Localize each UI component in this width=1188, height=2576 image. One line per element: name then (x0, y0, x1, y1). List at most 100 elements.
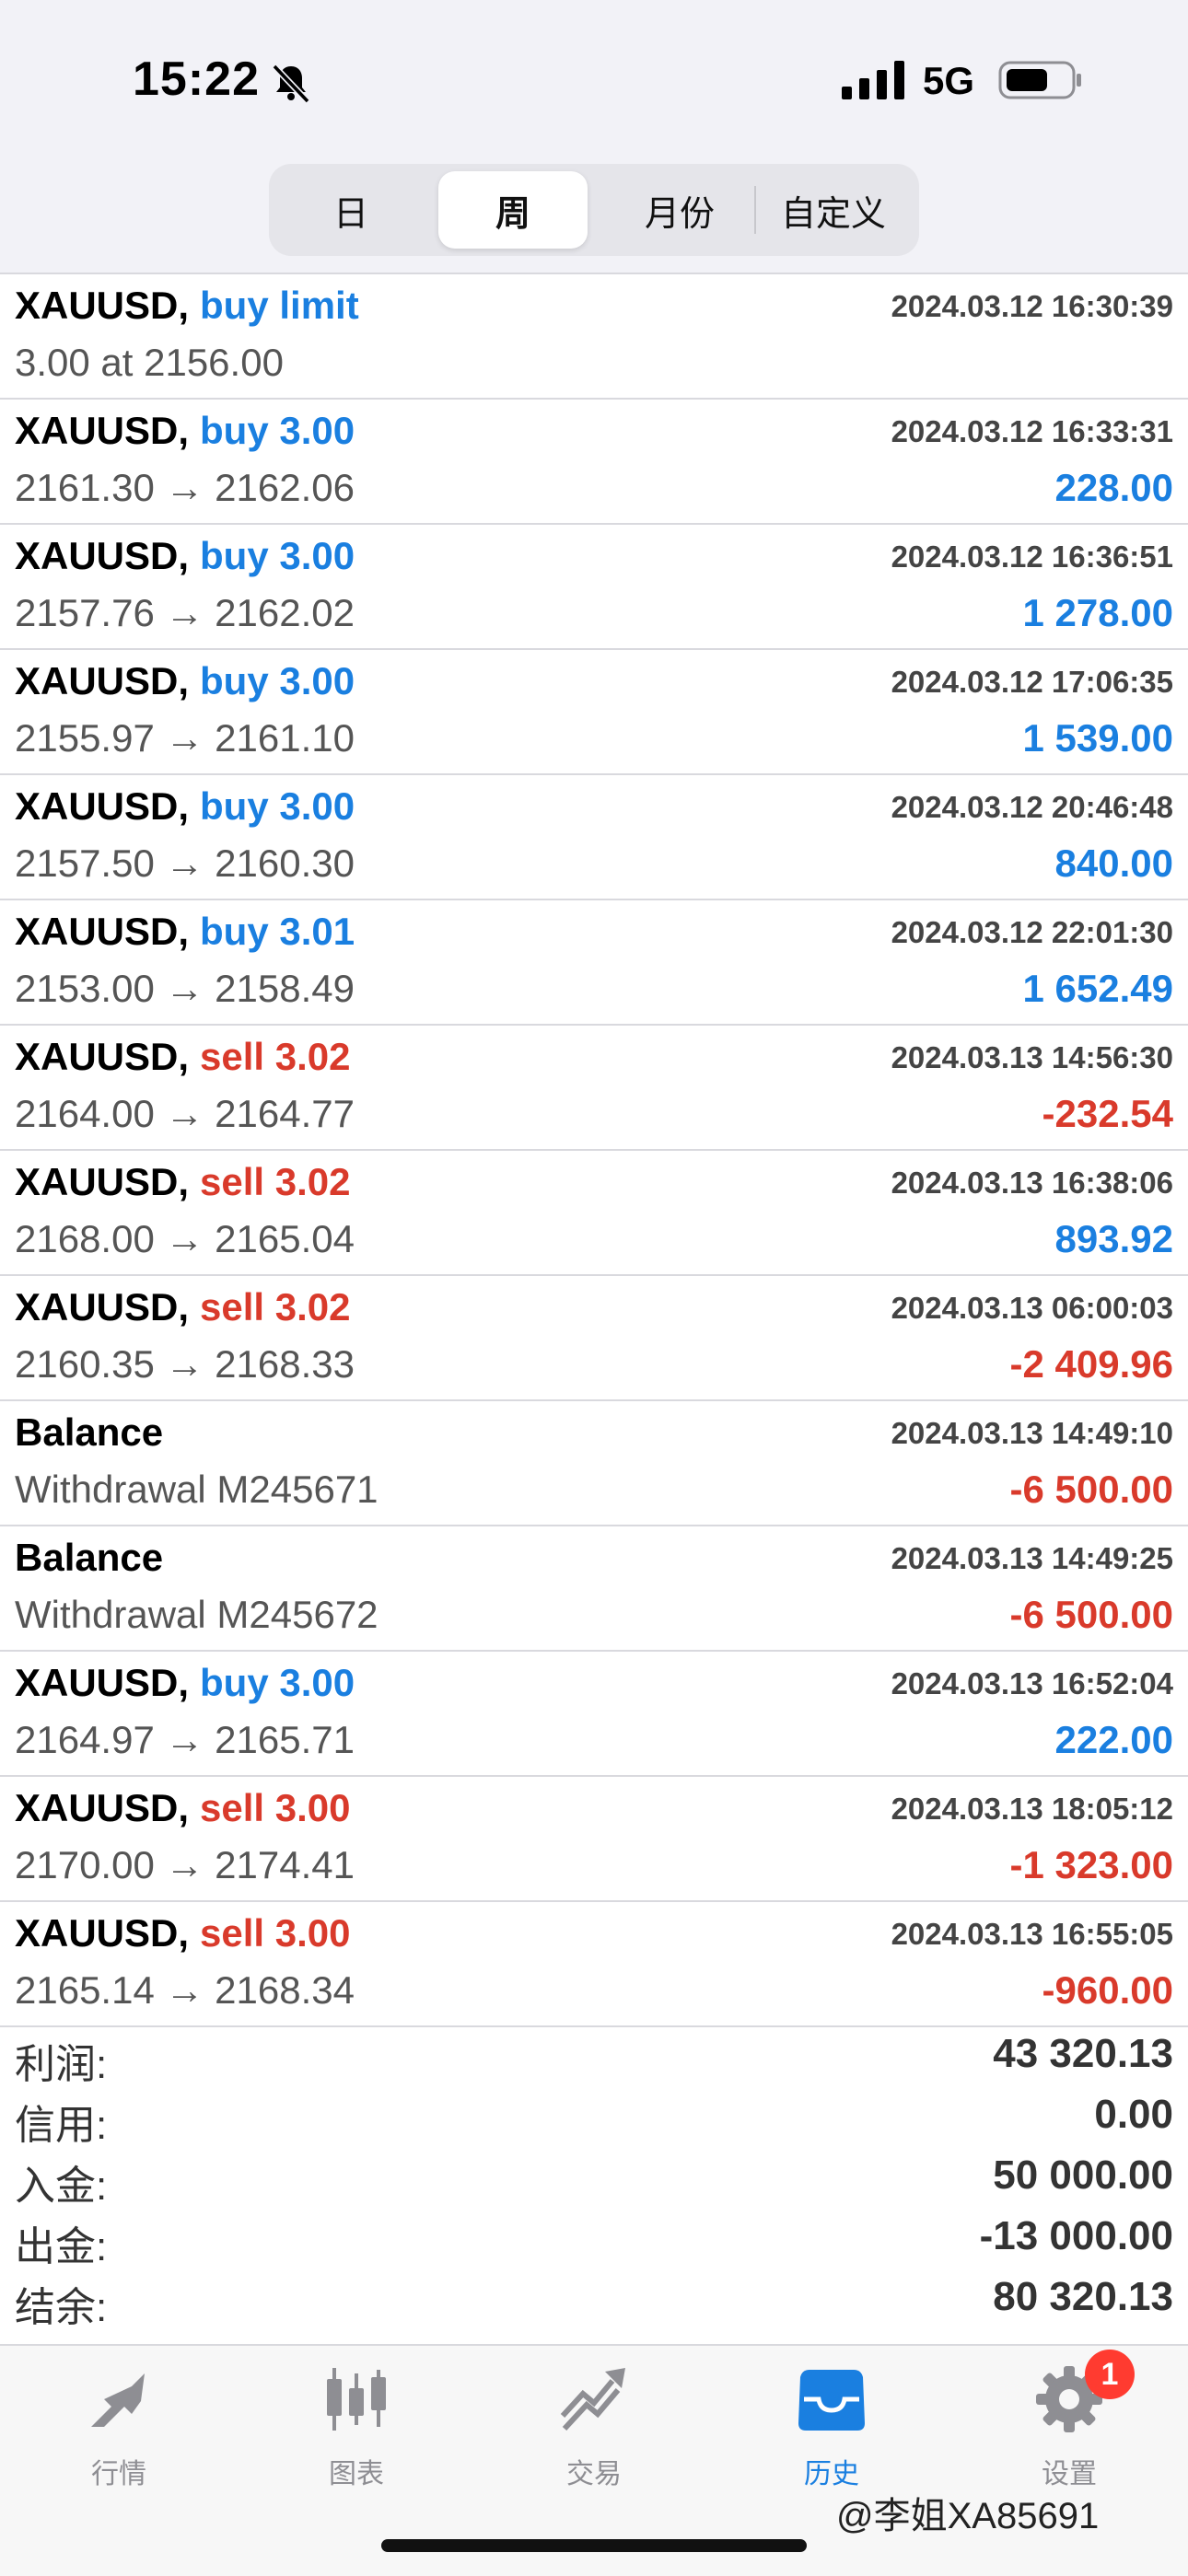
home-indicator[interactable] (381, 2539, 807, 2552)
summary-row: 入金: 50 000.00 (0, 2147, 1188, 2209)
history-row[interactable]: XAUUSD, buy 3.00 2024.03.12 16:36:51 2157.7… (0, 525, 1188, 650)
row-action: buy 3.00 (200, 659, 355, 702)
inbox-icon (798, 2370, 865, 2431)
row-action: buy 3.01 (200, 910, 355, 953)
summary-row: 出金: -13 000.00 (0, 2208, 1188, 2269)
row-symbol: XAUUSD, (15, 910, 190, 953)
row-detail: 2161.30 → 2162.06 (15, 466, 355, 509)
row-detail: 3.00 at 2156.00 (15, 341, 284, 384)
segment-day[interactable]: 日 (278, 171, 424, 249)
row-title: XAUUSD, buy 3.00 (15, 659, 355, 703)
summary-value: 50 000.00 (993, 2152, 1173, 2198)
row-title: XAUUSD, buy limit (15, 284, 359, 328)
history-row[interactable]: XAUUSD, buy 3.00 2024.03.13 16:52:04 2164.9… (0, 1652, 1188, 1777)
history-row[interactable]: XAUUSD, buy 3.01 2024.03.12 22:01:30 2153.0… (0, 900, 1188, 1026)
history-row[interactable]: Balance 2024.03.13 14:49:25 Withdrawal M24… (0, 1526, 1188, 1652)
row-profit: -6 500.00 (1009, 1593, 1173, 1636)
row-timestamp: 2024.03.12 16:30:39 (891, 289, 1173, 323)
row-detail: 2168.00 → 2165.04 (15, 1217, 355, 1260)
row-action: buy 3.00 (200, 409, 355, 452)
row-timestamp: 2024.03.12 22:01:30 (891, 915, 1173, 949)
row-symbol: Balance (15, 1410, 164, 1454)
history-row[interactable]: XAUUSD, buy 3.00 2024.03.12 20:46:48 2157.5… (0, 775, 1188, 900)
row-action: sell 3.00 (200, 1786, 351, 1829)
row-title: XAUUSD, buy 3.00 (15, 1661, 355, 1705)
summary-value: 0.00 (1094, 2092, 1173, 2137)
row-detail: 2155.97 → 2161.10 (15, 716, 355, 760)
status-bar: 15:22 5G (0, 0, 1188, 157)
row-detail: 2170.00 → 2174.41 (15, 1843, 355, 1886)
tab-trade-label: 交易 (566, 2459, 622, 2489)
row-symbol: XAUUSD, (15, 1786, 190, 1829)
row-detail: 2164.00 → 2164.77 (15, 1092, 355, 1135)
summary-label: 信用: (15, 2103, 108, 2148)
history-row[interactable]: XAUUSD, sell 3.00 2024.03.13 18:05:12 2170.… (0, 1777, 1188, 1902)
summary-label: 结余: (15, 2285, 108, 2330)
row-title: Balance (15, 1410, 163, 1455)
row-action: buy 3.00 (200, 534, 355, 577)
row-profit: 222.00 (1054, 1718, 1173, 1761)
history-row[interactable]: Balance 2024.03.13 14:49:10 Withdrawal M24… (0, 1401, 1188, 1526)
settings-notification-badge: 1 (1085, 2350, 1135, 2399)
row-profit: 840.00 (1054, 841, 1173, 885)
row-symbol: XAUUSD, (15, 284, 190, 327)
row-action: sell 3.02 (200, 1035, 351, 1078)
tab-quotes[interactable]: 行情 (50, 2364, 188, 2502)
row-title: XAUUSD, buy 3.01 (15, 910, 355, 954)
history-row[interactable]: XAUUSD, buy limit 2024.03.12 16:30:39 3.00 … (0, 274, 1188, 400)
history-row[interactable]: XAUUSD, sell 3.02 2024.03.13 14:56:30 2164.… (0, 1026, 1188, 1151)
row-symbol: XAUUSD, (15, 1285, 190, 1329)
row-timestamp: 2024.03.13 06:00:03 (891, 1291, 1173, 1325)
row-symbol: Balance (15, 1536, 164, 1579)
row-profit: -232.54 (1042, 1092, 1173, 1135)
row-profit: 1 278.00 (1022, 591, 1174, 634)
row-profit: -2 409.96 (1009, 1342, 1173, 1386)
row-profit: 1 652.49 (1022, 967, 1174, 1010)
row-detail: 2165.14 → 2168.34 (15, 1968, 355, 2012)
row-timestamp: 2024.03.13 14:49:10 (891, 1416, 1173, 1450)
row-title: XAUUSD, sell 3.02 (15, 1285, 351, 1329)
row-action: buy limit (200, 284, 359, 327)
row-action: buy 3.00 (200, 784, 355, 828)
bell-slash-icon (272, 64, 310, 104)
row-profit: -960.00 (1042, 1968, 1173, 2012)
quotes-arrow-icon (91, 2373, 145, 2427)
row-timestamp: 2024.03.13 16:55:05 (891, 1917, 1173, 1951)
period-segmented-control: 日 周 月份 自定义 (269, 164, 919, 256)
battery-icon (998, 61, 1081, 99)
trade-trend-icon (560, 2368, 625, 2431)
network-label: 5G (923, 59, 975, 102)
signal-icon (842, 61, 904, 99)
segment-month[interactable]: 月份 (604, 171, 755, 249)
row-timestamp: 2024.03.12 20:46:48 (891, 790, 1173, 824)
row-detail: 2157.50 → 2160.30 (15, 841, 355, 885)
summary-row: 信用: 0.00 (0, 2086, 1188, 2148)
segment-divider (754, 186, 756, 234)
row-timestamp: 2024.03.12 17:06:35 (891, 665, 1173, 699)
history-row[interactable]: XAUUSD, buy 3.00 2024.03.12 16:33:31 2161.3… (0, 400, 1188, 525)
row-action: sell 3.02 (200, 1285, 351, 1329)
history-row[interactable]: XAUUSD, buy 3.00 2024.03.12 17:06:35 2155.9… (0, 650, 1188, 775)
tab-quotes-label: 行情 (91, 2459, 146, 2489)
row-timestamp: 2024.03.13 14:49:25 (891, 1541, 1173, 1575)
row-title: XAUUSD, buy 3.00 (15, 409, 355, 453)
segment-custom[interactable]: 自定义 (757, 171, 910, 249)
tab-trade[interactable]: 交易 (525, 2364, 663, 2502)
row-title: XAUUSD, sell 3.02 (15, 1035, 351, 1079)
segment-week[interactable]: 周 (438, 171, 588, 249)
history-row[interactable]: XAUUSD, sell 3.00 2024.03.13 16:55:05 2165.… (0, 1902, 1188, 2027)
history-row[interactable]: XAUUSD, sell 3.02 2024.03.13 06:00:03 2160.… (0, 1276, 1188, 1401)
tab-charts[interactable]: 图表 (287, 2364, 425, 2502)
row-detail: Withdrawal M245671 (15, 1468, 379, 1511)
row-timestamp: 2024.03.13 14:56:30 (891, 1040, 1173, 1074)
tab-history[interactable]: 历史 (763, 2364, 901, 2502)
row-title: XAUUSD, buy 3.00 (15, 784, 355, 829)
row-title: XAUUSD, sell 3.00 (15, 1911, 351, 1955)
row-symbol: XAUUSD, (15, 659, 190, 702)
summary-row: 利润: 43 320.13 (0, 2025, 1188, 2087)
candlestick-icon (327, 2368, 386, 2431)
row-timestamp: 2024.03.12 16:33:31 (891, 414, 1173, 448)
row-profit: 893.92 (1054, 1217, 1173, 1260)
history-row[interactable]: XAUUSD, sell 3.02 2024.03.13 16:38:06 2168.… (0, 1151, 1188, 1276)
row-symbol: XAUUSD, (15, 784, 190, 828)
